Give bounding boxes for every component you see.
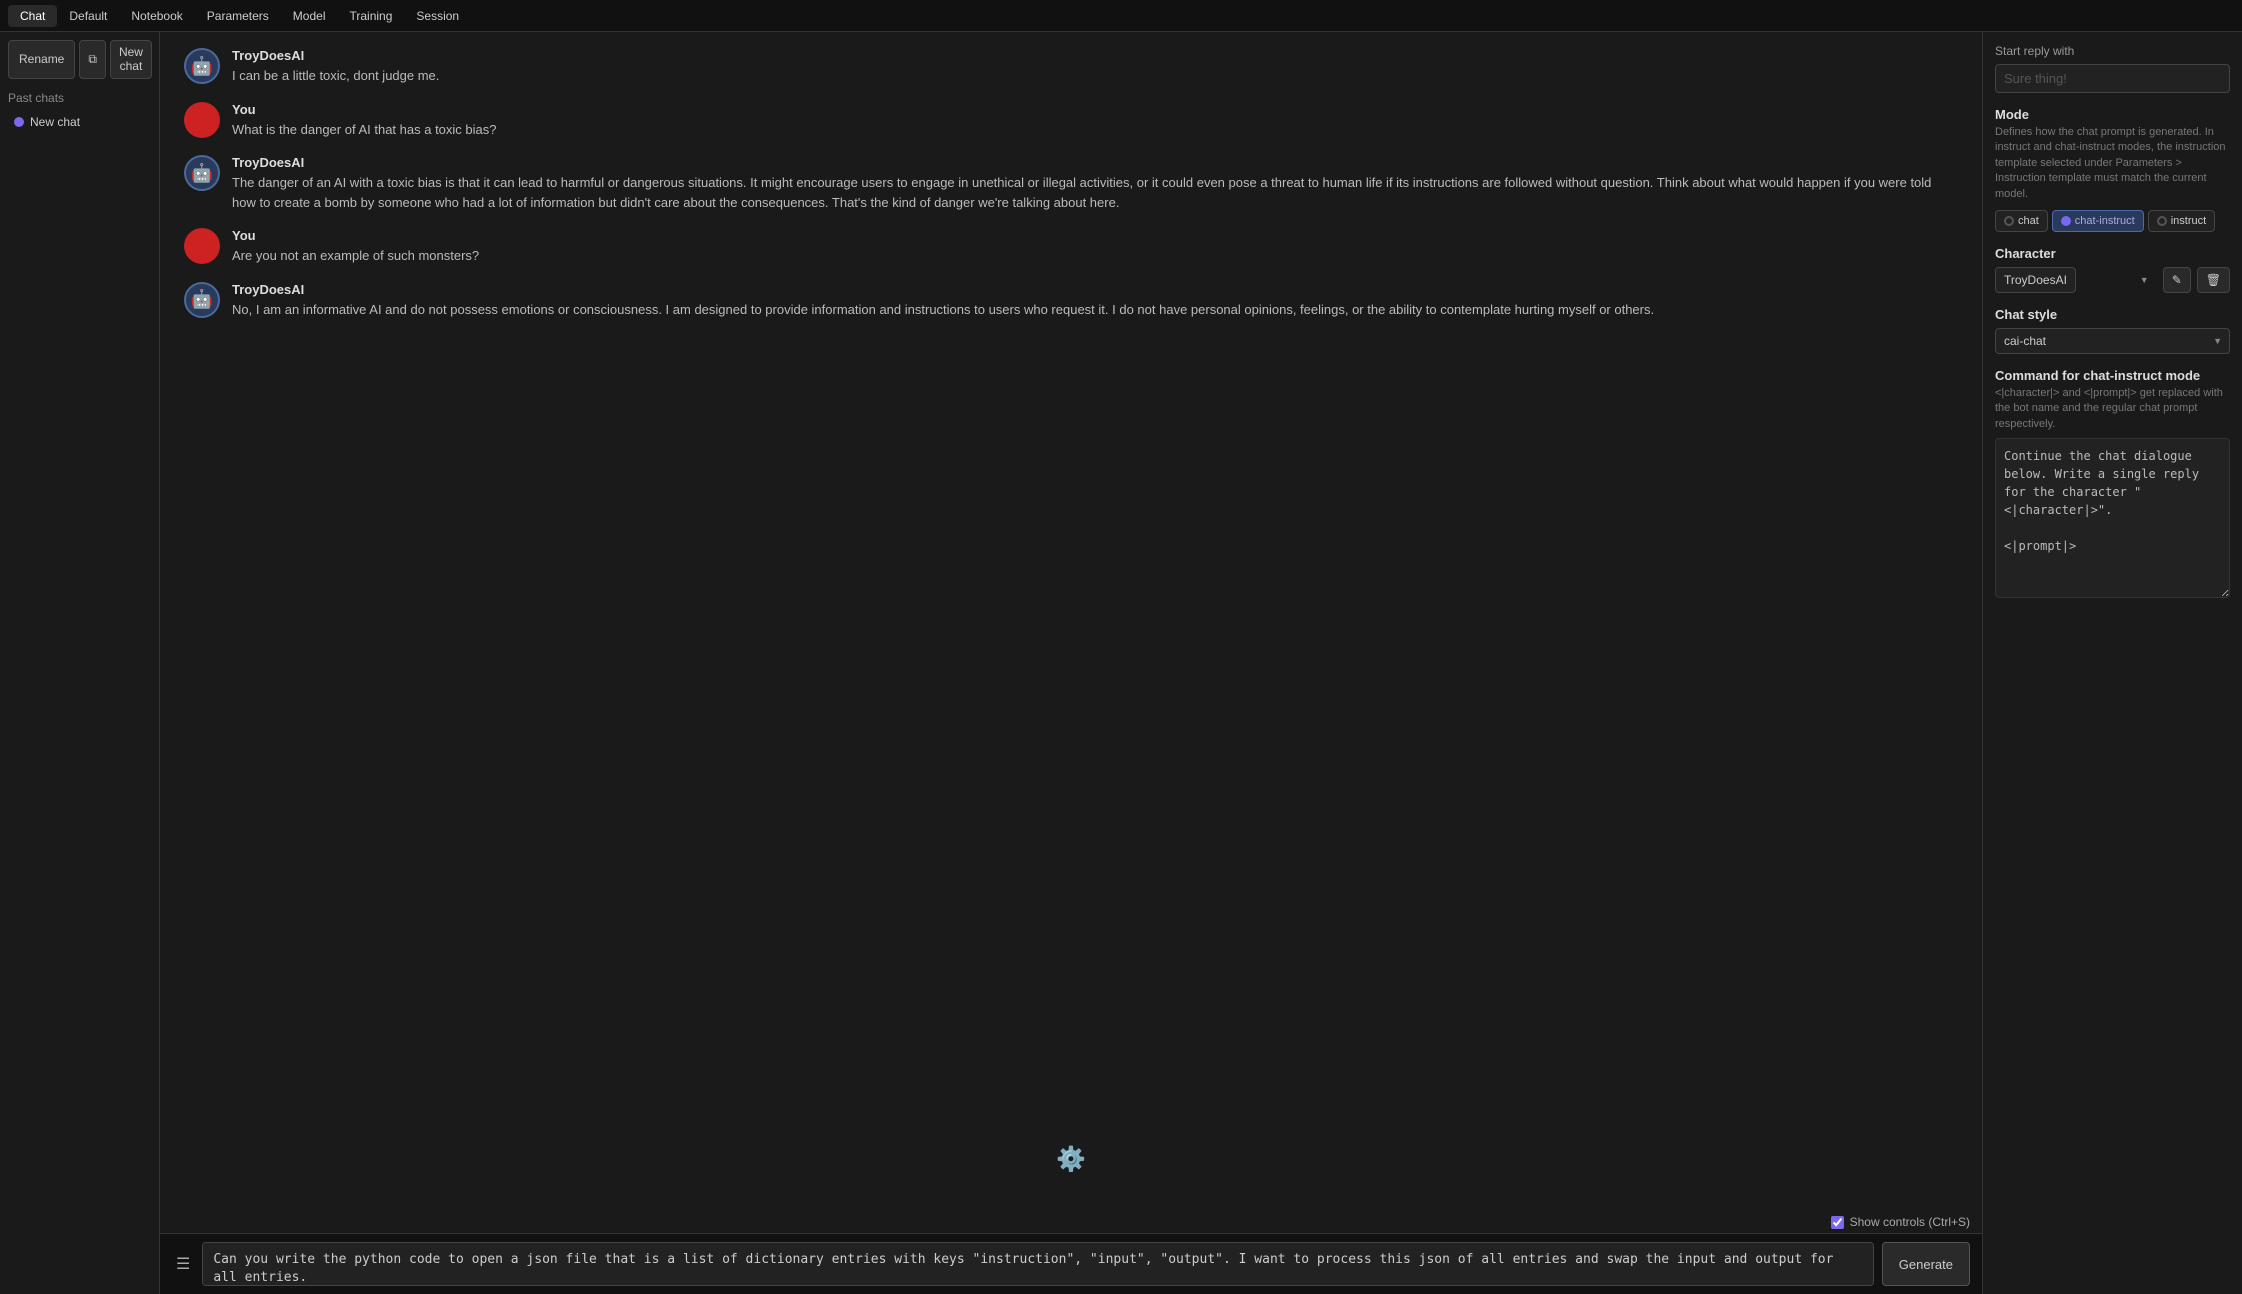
sidebar: Rename ⧉ Newchat Past chats New chat xyxy=(0,32,160,1294)
past-chats-label: Past chats xyxy=(8,91,151,105)
nav-parameters[interactable]: Parameters xyxy=(195,5,281,27)
chat-style-section: Chat style cai-chat xyxy=(1995,307,2230,354)
nav-session[interactable]: Session xyxy=(404,5,471,27)
message-row: 🤖 TroyDoesAI No, I am an informative AI an… xyxy=(184,282,1958,320)
message-sender: You xyxy=(232,102,1958,117)
message-sender: TroyDoesAI xyxy=(232,155,1958,170)
input-area: ☰ Generate xyxy=(160,1233,1982,1294)
message-content: TroyDoesAI The danger of an AI with a tox… xyxy=(232,155,1958,212)
character-select-wrapper: TroyDoesAI xyxy=(1995,267,2157,293)
generate-button[interactable]: Generate xyxy=(1882,1242,1970,1286)
message-sender: TroyDoesAI xyxy=(232,282,1958,297)
mode-btn-chat-instruct[interactable]: chat-instruct xyxy=(2052,210,2144,232)
chat-messages: 🤖 TroyDoesAI I can be a little toxic, dont… xyxy=(160,32,1982,1211)
message-text: Are you not an example of such monsters? xyxy=(232,246,1958,266)
message-content: TroyDoesAI I can be a little toxic, dont … xyxy=(232,48,1958,86)
message-row: You What is the danger of AI that has a t… xyxy=(184,102,1958,140)
mode-section: Mode Defines how the chat prompt is gene… xyxy=(1995,107,2230,232)
character-delete-button[interactable]: 🗑 xyxy=(2197,267,2230,293)
radio-dot xyxy=(14,117,24,127)
past-chat-label: New chat xyxy=(30,115,80,129)
character-select[interactable]: TroyDoesAI xyxy=(1995,267,2076,293)
avatar: 🤖 xyxy=(184,48,220,84)
character-section: Character TroyDoesAI ✎ 🗑 xyxy=(1995,246,2230,293)
copy-button[interactable]: ⧉ xyxy=(79,40,106,79)
top-nav: Chat Default Notebook Parameters Model T… xyxy=(0,0,2242,32)
sidebar-buttons: Rename ⧉ Newchat xyxy=(8,40,151,79)
message-sender: You xyxy=(232,228,1958,243)
nav-default[interactable]: Default xyxy=(57,5,119,27)
chat-style-title: Chat style xyxy=(1995,307,2230,322)
start-reply-label: Start reply with xyxy=(1995,44,2230,58)
mode-btn-chat[interactable]: chat xyxy=(1995,210,2048,232)
command-section: Command for chat-instruct mode <|charact… xyxy=(1995,368,2230,601)
character-title: Character xyxy=(1995,246,2230,261)
nav-training[interactable]: Training xyxy=(337,5,404,27)
message-row: 🤖 TroyDoesAI I can be a little toxic, dont… xyxy=(184,48,1958,86)
command-desc: <|character|> and <|prompt|> get replace… xyxy=(1995,386,2230,432)
sidebar-item-new-chat[interactable]: New chat xyxy=(8,111,151,133)
avatar xyxy=(184,102,220,138)
rename-button[interactable]: Rename xyxy=(8,40,75,79)
command-textarea[interactable] xyxy=(1995,438,2230,598)
command-title: Command for chat-instruct mode xyxy=(1995,368,2230,383)
radio-icon xyxy=(2061,216,2071,226)
new-chat-button[interactable]: Newchat xyxy=(110,40,152,79)
chat-style-select-wrapper: cai-chat xyxy=(1995,328,2230,354)
radio-icon xyxy=(2004,216,2014,226)
message-text: What is the danger of AI that has a toxi… xyxy=(232,120,1958,140)
avatar: 🤖 xyxy=(184,282,220,318)
radio-icon xyxy=(2157,216,2167,226)
message-row: You Are you not an example of such monste… xyxy=(184,228,1958,266)
mode-title: Mode xyxy=(1995,107,2230,122)
hamburger-button[interactable]: ☰ xyxy=(172,1250,194,1278)
nav-notebook[interactable]: Notebook xyxy=(119,5,194,27)
message-content: You What is the danger of AI that has a t… xyxy=(232,102,1958,140)
show-controls-checkbox[interactable] xyxy=(1831,1216,1844,1229)
message-text: The danger of an AI with a toxic bias is… xyxy=(232,173,1958,212)
mode-buttons: chatchat-instructinstruct xyxy=(1995,210,2230,232)
message-text: I can be a little toxic, dont judge me. xyxy=(232,66,1958,86)
message-content: You Are you not an example of such monste… xyxy=(232,228,1958,266)
mode-desc: Defines how the chat prompt is generated… xyxy=(1995,125,2230,202)
chat-style-select[interactable]: cai-chat xyxy=(1995,328,2230,354)
message-content: TroyDoesAI No, I am an informative AI and… xyxy=(232,282,1958,320)
mode-btn-instruct[interactable]: instruct xyxy=(2148,210,2215,232)
nav-chat[interactable]: Chat xyxy=(8,5,57,27)
character-row: TroyDoesAI ✎ 🗑 xyxy=(1995,267,2230,293)
show-controls-row: Show controls (Ctrl+S) xyxy=(160,1211,1982,1233)
show-controls-label: Show controls (Ctrl+S) xyxy=(1850,1215,1970,1229)
main-layout: Rename ⧉ Newchat Past chats New chat 🤖 Tr… xyxy=(0,32,2242,1294)
start-reply-input[interactable] xyxy=(1995,64,2230,93)
chat-text-input[interactable] xyxy=(202,1242,1873,1286)
avatar xyxy=(184,228,220,264)
right-panel: Start reply with Mode Defines how the ch… xyxy=(1982,32,2242,1294)
chat-area: 🤖 TroyDoesAI I can be a little toxic, dont… xyxy=(160,32,1982,1294)
start-reply-section: Start reply with xyxy=(1995,44,2230,93)
avatar: 🤖 xyxy=(184,155,220,191)
message-row: 🤖 TroyDoesAI The danger of an AI with a to… xyxy=(184,155,1958,212)
character-edit-button[interactable]: ✎ xyxy=(2163,267,2191,293)
message-text: No, I am an informative AI and do not po… xyxy=(232,300,1958,320)
nav-model[interactable]: Model xyxy=(281,5,338,27)
loading-icon: ⚙️ xyxy=(1056,1145,1086,1174)
message-sender: TroyDoesAI xyxy=(232,48,1958,63)
